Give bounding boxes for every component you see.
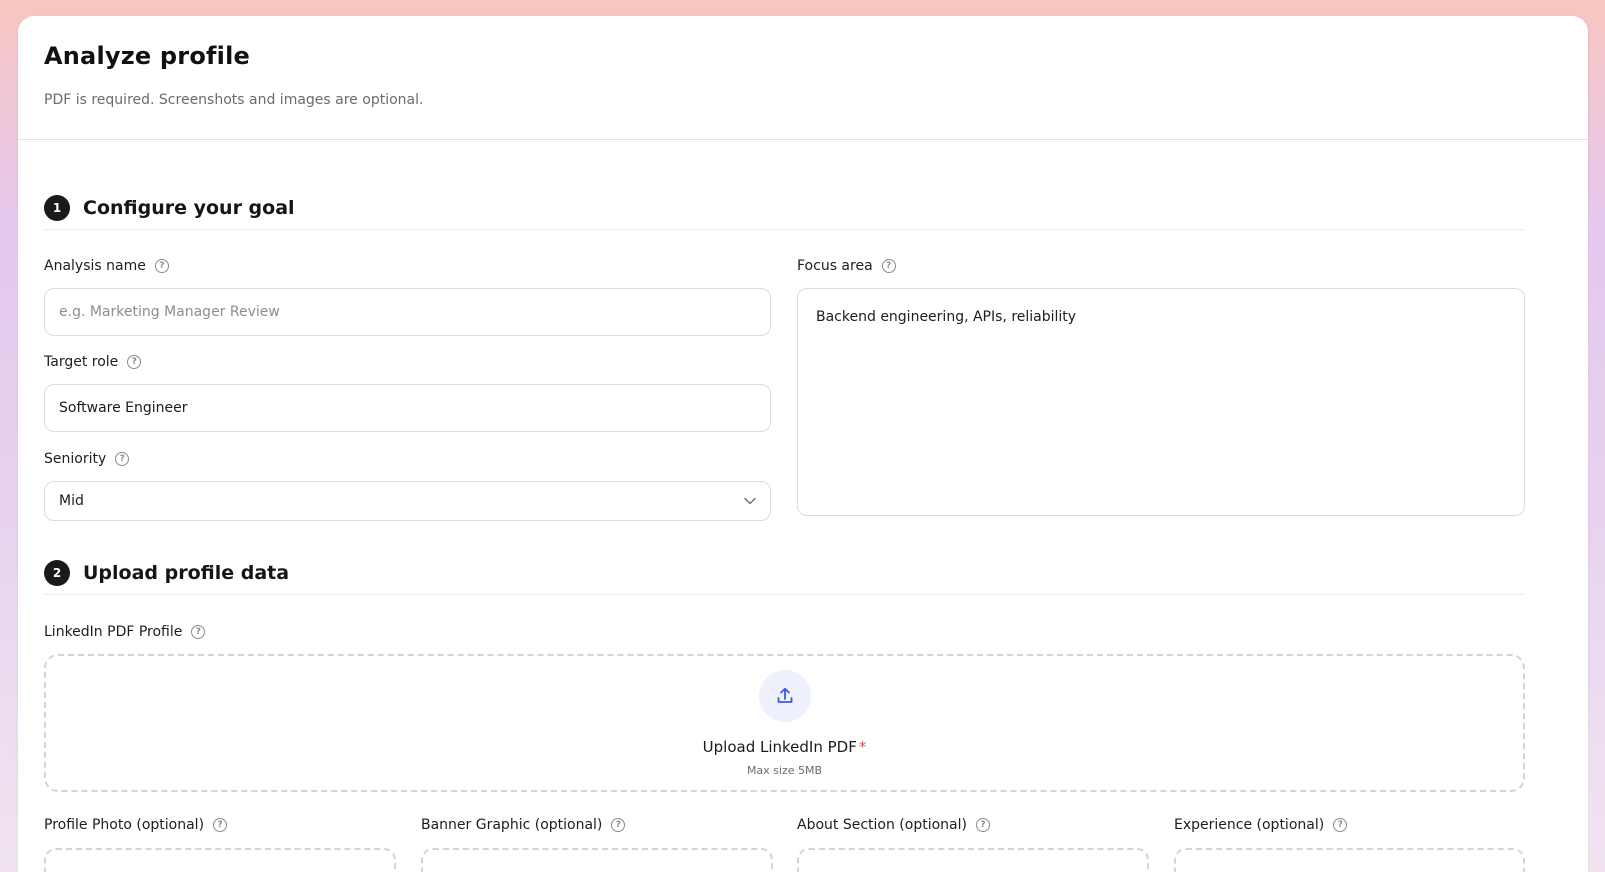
analysis-name-placeholder: e.g. Marketing Manager Review [59, 304, 280, 320]
optional-upload-experience: Experience (optional) ? [1174, 815, 1525, 835]
step-badge: 1 [44, 194, 70, 221]
upload-title: Upload LinkedIn PDF * [703, 738, 867, 756]
section-title: Configure your goal [83, 196, 295, 219]
help-icon[interactable]: ? [1333, 818, 1348, 832]
help-icon[interactable]: ? [127, 355, 142, 369]
linkedin-pdf-dropzone[interactable]: Upload LinkedIn PDF * Max size 5MB [44, 654, 1525, 792]
required-mark: * [858, 738, 867, 756]
section-upload-profile: 2 Upload profile data [44, 551, 1525, 595]
about-label-text: About Section (optional) [797, 817, 967, 833]
about-dropzone[interactable] [797, 848, 1149, 872]
right-column: Focus area ? Backend engineering, APIs, … [797, 256, 1525, 516]
banner-dropzone[interactable] [421, 848, 773, 872]
focus-area-textarea[interactable]: Backend engineering, APIs, reliability [797, 288, 1525, 516]
linkedin-pdf-label: LinkedIn PDF Profile ? [44, 622, 1525, 642]
analyze-profile-card: Analyze profile PDF is required. Screens… [18, 16, 1588, 872]
help-icon[interactable]: ? [191, 625, 206, 639]
step-badge: 2 [44, 559, 70, 586]
upload-max-size: Max size 5MB [746, 764, 823, 777]
experience-label: Experience (optional) ? [1174, 815, 1525, 835]
help-icon[interactable]: ? [115, 452, 130, 466]
section-header: 2 Upload profile data [44, 551, 1525, 595]
card-header: Analyze profile PDF is required. Screens… [18, 16, 1588, 140]
target-role-label: Target role ? [44, 352, 771, 372]
experience-label-text: Experience (optional) [1174, 817, 1325, 833]
section-header: 1 Configure your goal [44, 186, 1525, 230]
profile-photo-dropzone[interactable] [44, 848, 396, 872]
target-role-input[interactable]: Software Engineer [44, 384, 771, 432]
banner-label: Banner Graphic (optional) ? [421, 815, 773, 835]
optional-upload-banner: Banner Graphic (optional) ? [421, 815, 773, 835]
chevron-down-icon [744, 497, 756, 505]
page-title: Analyze profile [44, 42, 251, 70]
page-subtitle: PDF is required. Screenshots and images … [44, 92, 424, 108]
seniority-label: Seniority ? [44, 449, 771, 469]
upload-title-text: Upload LinkedIn PDF [702, 738, 857, 756]
help-icon[interactable]: ? [611, 818, 626, 832]
seniority-label-text: Seniority [44, 451, 107, 467]
help-icon[interactable]: ? [881, 259, 896, 273]
upload-icon-wrapper [758, 670, 811, 722]
profile-photo-label: Profile Photo (optional) ? [44, 815, 396, 835]
analysis-name-label-text: Analysis name [44, 258, 146, 274]
focus-area-value: Backend engineering, APIs, reliability [816, 309, 1077, 325]
section-title: Upload profile data [83, 561, 290, 584]
linkedin-pdf-label-text: LinkedIn PDF Profile [44, 624, 183, 640]
optional-upload-about: About Section (optional) ? [797, 815, 1149, 835]
target-role-value: Software Engineer [59, 400, 188, 416]
help-icon[interactable]: ? [154, 259, 169, 273]
banner-label-text: Banner Graphic (optional) [421, 817, 603, 833]
linkedin-pdf-field: LinkedIn PDF Profile ? Upload LinkedIn P… [44, 622, 1525, 792]
seniority-value: Mid [59, 493, 84, 509]
analysis-name-label: Analysis name ? [44, 256, 771, 276]
section-configure-goal: 1 Configure your goal [44, 186, 1525, 230]
focus-area-label-text: Focus area [797, 258, 873, 274]
left-column: Analysis name ? e.g. Marketing Manager R… [44, 256, 771, 521]
experience-dropzone[interactable] [1174, 848, 1525, 872]
profile-photo-label-text: Profile Photo (optional) [44, 817, 205, 833]
focus-area-label: Focus area ? [797, 256, 1525, 276]
help-icon[interactable]: ? [213, 818, 228, 832]
optional-upload-profile-photo: Profile Photo (optional) ? [44, 815, 396, 835]
help-icon[interactable]: ? [975, 818, 990, 832]
upload-icon [777, 687, 792, 703]
about-label: About Section (optional) ? [797, 815, 1149, 835]
seniority-select[interactable]: Mid [44, 481, 771, 521]
analysis-name-input[interactable]: e.g. Marketing Manager Review [44, 288, 771, 336]
target-role-label-text: Target role [44, 354, 119, 370]
